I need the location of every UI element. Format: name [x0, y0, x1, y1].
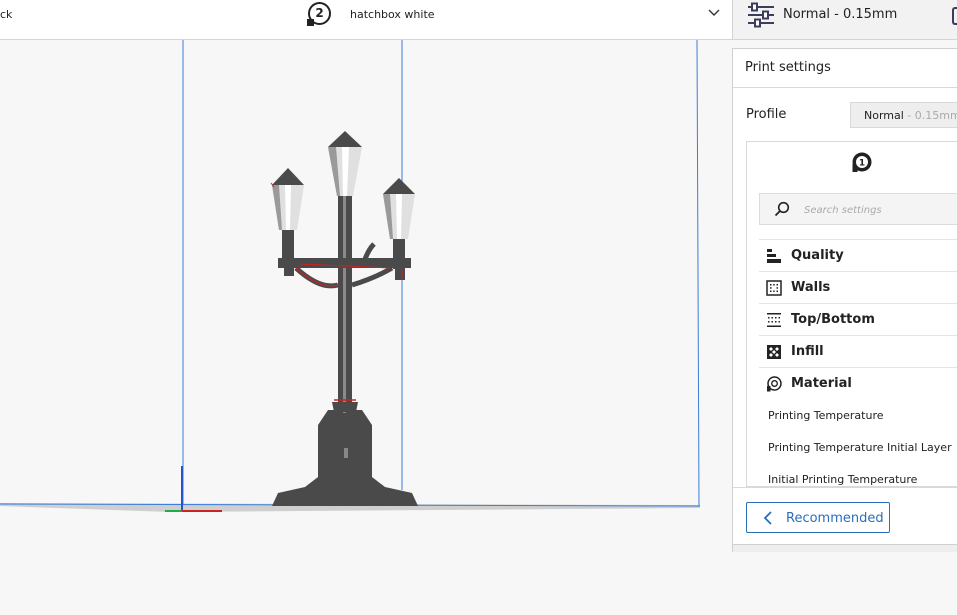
print-settings-panel: Print settings Profile Normal - 0.15mm 1…: [732, 48, 957, 552]
category-label: Top/Bottom: [791, 312, 875, 327]
category-walls[interactable]: Walls: [759, 271, 957, 303]
panel-footer: [733, 544, 957, 552]
extruder-number: 2: [315, 6, 324, 20]
next-toolbar-button-edge[interactable]: [952, 7, 957, 25]
category-label: Material: [791, 376, 852, 391]
lamp-post-model[interactable]: [270, 131, 418, 506]
extruder-2-badge: 2: [307, 2, 331, 26]
category-label: Walls: [791, 280, 831, 295]
profile-layer-height: - 0.15mm: [903, 109, 957, 122]
walls-icon: [766, 280, 782, 296]
search-placeholder: Search settings: [804, 205, 882, 216]
material-selector[interactable]: hatchbox white: [350, 8, 435, 21]
top-toolbar: ck 2 hatchbox white Normal - 0.15mm: [0, 0, 957, 40]
setting-printing-temperature[interactable]: Printing Temperature: [768, 409, 884, 422]
infill-icon: [767, 345, 781, 359]
search-icon: [774, 201, 790, 217]
3d-viewport[interactable]: [0, 40, 732, 615]
setting-initial-printing-temperature[interactable]: Initial Printing Temperature: [768, 473, 917, 486]
category-infill[interactable]: Infill: [759, 335, 957, 367]
settings-list: 1 Search settings Quality Walls Top/Bott…: [746, 141, 957, 487]
profile-name: Normal: [864, 109, 904, 122]
material-icon: [767, 376, 782, 392]
settings-search[interactable]: Search settings: [759, 193, 957, 225]
chevron-left-icon: [763, 511, 772, 525]
category-material[interactable]: Material: [759, 367, 957, 399]
build-volume-edge: [696, 40, 700, 507]
category-label: Infill: [791, 344, 824, 359]
scene[interactable]: [0, 40, 732, 615]
divider: [733, 487, 957, 488]
category-quality[interactable]: Quality: [759, 239, 957, 271]
print-settings-button[interactable]: Normal - 0.15mm: [733, 0, 957, 39]
chevron-down-icon[interactable]: [707, 6, 721, 20]
profile-label: Profile: [746, 107, 787, 122]
extruder-1-badge[interactable]: 1: [850, 151, 872, 173]
quality-icon: [767, 249, 781, 263]
divider: [733, 87, 957, 88]
recommended-label: Recommended: [786, 511, 884, 526]
category-label: Quality: [791, 248, 844, 263]
sliders-icon: [748, 2, 774, 28]
recommended-button[interactable]: Recommended: [746, 502, 890, 533]
extruder-1-number: 1: [859, 159, 865, 169]
printer-selector-label[interactable]: ck: [0, 8, 12, 21]
setting-printing-temperature-initial-layer[interactable]: Printing Temperature Initial Layer: [768, 441, 952, 454]
profile-summary: Normal - 0.15mm: [783, 7, 898, 22]
category-top-bottom[interactable]: Top/Bottom: [759, 303, 957, 335]
top-bottom-icon: [767, 313, 781, 327]
panel-title: Print settings: [745, 60, 831, 75]
profile-dropdown[interactable]: Normal - 0.15mm: [850, 102, 957, 128]
